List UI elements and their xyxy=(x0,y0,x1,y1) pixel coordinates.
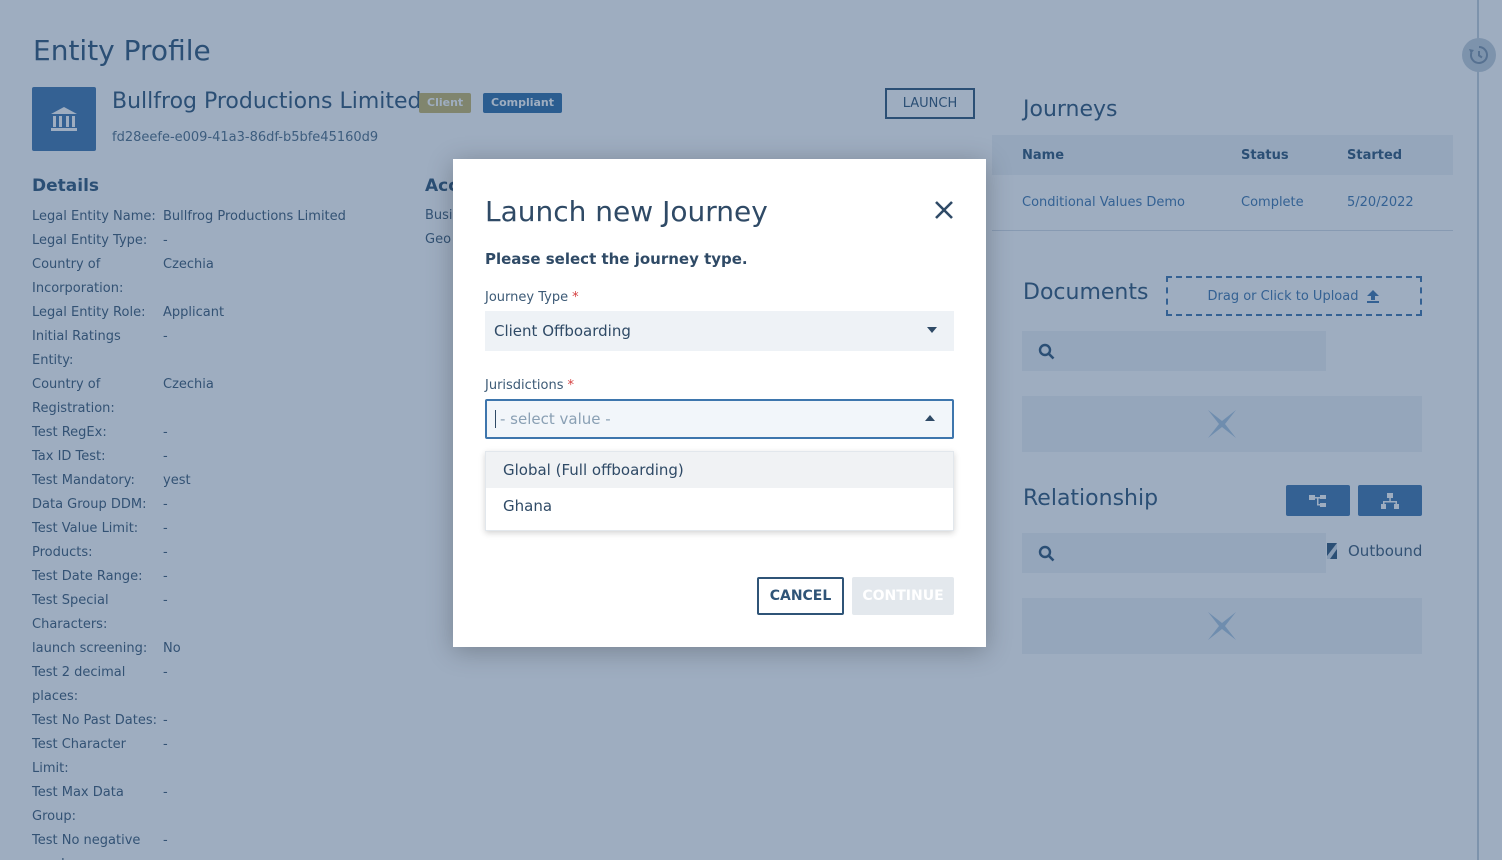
dropdown-option-global[interactable]: Global (Full offboarding) xyxy=(486,452,953,488)
required-mark: * xyxy=(572,290,579,305)
launch-journey-dialog: Launch new Journey Please select the jou… xyxy=(453,159,986,647)
journey-type-select[interactable]: Client Offboarding xyxy=(485,311,954,351)
text-cursor xyxy=(495,410,496,428)
jurisdictions-label: Jurisdictions * xyxy=(485,378,574,393)
required-mark: * xyxy=(567,378,575,393)
continue-button[interactable]: CONTINUE xyxy=(852,577,954,615)
jurisdictions-label-text: Jurisdictions xyxy=(485,378,564,393)
dialog-title: Launch new Journey xyxy=(485,195,768,228)
journey-type-label-text: Journey Type xyxy=(485,290,569,305)
jurisdictions-dropdown: Global (Full offboarding) Ghana xyxy=(485,451,954,531)
chevron-down-icon xyxy=(927,327,937,333)
journey-type-label: Journey Type * xyxy=(485,290,579,305)
jurisdictions-placeholder: - select value - xyxy=(500,410,611,428)
dialog-instructions: Please select the journey type. xyxy=(485,250,748,268)
chevron-up-icon xyxy=(925,415,935,421)
journey-type-value: Client Offboarding xyxy=(494,322,631,340)
jurisdictions-select[interactable]: - select value - xyxy=(485,399,954,439)
close-icon[interactable] xyxy=(931,197,957,223)
dropdown-option-ghana[interactable]: Ghana xyxy=(486,488,953,524)
cancel-button[interactable]: CANCEL xyxy=(757,577,844,615)
